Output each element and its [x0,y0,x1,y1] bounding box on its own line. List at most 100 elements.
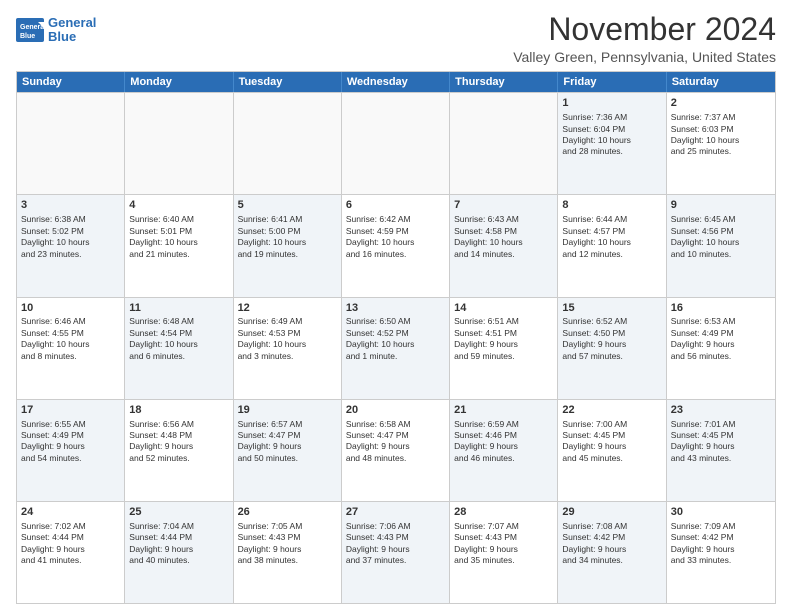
day-number: 16 [671,301,771,316]
day-number: 12 [238,301,337,316]
day-cell-29: 29Sunrise: 7:08 AM Sunset: 4:42 PM Dayli… [558,502,666,603]
cell-info: Sunrise: 7:04 AM Sunset: 4:44 PM Dayligh… [129,521,228,567]
cell-info: Sunrise: 6:41 AM Sunset: 5:00 PM Dayligh… [238,214,337,260]
header-cell-saturday: Saturday [667,72,775,92]
cell-info: Sunrise: 6:53 AM Sunset: 4:49 PM Dayligh… [671,316,771,362]
day-number: 4 [129,198,228,213]
day-cell-18: 18Sunrise: 6:56 AM Sunset: 4:48 PM Dayli… [125,400,233,501]
day-number: 13 [346,301,445,316]
logo-line1: General [48,15,96,30]
cell-info: Sunrise: 6:45 AM Sunset: 4:56 PM Dayligh… [671,214,771,260]
cell-info: Sunrise: 6:38 AM Sunset: 5:02 PM Dayligh… [21,214,120,260]
cell-info: Sunrise: 6:51 AM Sunset: 4:51 PM Dayligh… [454,316,553,362]
day-cell-17: 17Sunrise: 6:55 AM Sunset: 4:49 PM Dayli… [17,400,125,501]
logo: General Blue General Blue [16,16,96,45]
cell-info: Sunrise: 6:43 AM Sunset: 4:58 PM Dayligh… [454,214,553,260]
subtitle: Valley Green, Pennsylvania, United State… [513,49,776,65]
header-cell-wednesday: Wednesday [342,72,450,92]
header-cell-thursday: Thursday [450,72,558,92]
empty-cell-0-1 [125,93,233,194]
day-number: 18 [129,403,228,418]
logo-line2: Blue [48,29,76,44]
day-number: 7 [454,198,553,213]
cell-info: Sunrise: 6:50 AM Sunset: 4:52 PM Dayligh… [346,316,445,362]
calendar-row-2: 3Sunrise: 6:38 AM Sunset: 5:02 PM Daylig… [17,194,775,296]
calendar-row-3: 10Sunrise: 6:46 AM Sunset: 4:55 PM Dayli… [17,297,775,399]
calendar-row-4: 17Sunrise: 6:55 AM Sunset: 4:49 PM Dayli… [17,399,775,501]
day-cell-16: 16Sunrise: 6:53 AM Sunset: 4:49 PM Dayli… [667,298,775,399]
logo-icon: General Blue [16,18,44,42]
calendar-row-5: 24Sunrise: 7:02 AM Sunset: 4:44 PM Dayli… [17,501,775,603]
day-cell-10: 10Sunrise: 6:46 AM Sunset: 4:55 PM Dayli… [17,298,125,399]
day-number: 27 [346,505,445,520]
day-number: 1 [562,96,661,111]
day-number: 22 [562,403,661,418]
day-cell-8: 8Sunrise: 6:44 AM Sunset: 4:57 PM Daylig… [558,195,666,296]
day-number: 11 [129,301,228,316]
day-cell-27: 27Sunrise: 7:06 AM Sunset: 4:43 PM Dayli… [342,502,450,603]
day-cell-5: 5Sunrise: 6:41 AM Sunset: 5:00 PM Daylig… [234,195,342,296]
day-number: 24 [21,505,120,520]
header-cell-friday: Friday [558,72,666,92]
day-cell-15: 15Sunrise: 6:52 AM Sunset: 4:50 PM Dayli… [558,298,666,399]
day-number: 10 [21,301,120,316]
calendar: SundayMondayTuesdayWednesdayThursdayFrid… [16,71,776,604]
day-number: 5 [238,198,337,213]
day-cell-30: 30Sunrise: 7:09 AM Sunset: 4:42 PM Dayli… [667,502,775,603]
empty-cell-0-4 [450,93,558,194]
cell-info: Sunrise: 7:36 AM Sunset: 6:04 PM Dayligh… [562,112,661,158]
day-cell-23: 23Sunrise: 7:01 AM Sunset: 4:45 PM Dayli… [667,400,775,501]
header-cell-sunday: Sunday [17,72,125,92]
day-number: 3 [21,198,120,213]
day-cell-7: 7Sunrise: 6:43 AM Sunset: 4:58 PM Daylig… [450,195,558,296]
cell-info: Sunrise: 6:48 AM Sunset: 4:54 PM Dayligh… [129,316,228,362]
day-number: 28 [454,505,553,520]
cell-info: Sunrise: 7:37 AM Sunset: 6:03 PM Dayligh… [671,112,771,158]
day-cell-9: 9Sunrise: 6:45 AM Sunset: 4:56 PM Daylig… [667,195,775,296]
day-cell-21: 21Sunrise: 6:59 AM Sunset: 4:46 PM Dayli… [450,400,558,501]
header: General Blue General Blue November 2024 … [16,12,776,65]
day-number: 19 [238,403,337,418]
month-title: November 2024 [513,12,776,47]
day-cell-19: 19Sunrise: 6:57 AM Sunset: 4:47 PM Dayli… [234,400,342,501]
cell-info: Sunrise: 6:42 AM Sunset: 4:59 PM Dayligh… [346,214,445,260]
cell-info: Sunrise: 7:01 AM Sunset: 4:45 PM Dayligh… [671,419,771,465]
cell-info: Sunrise: 6:40 AM Sunset: 5:01 PM Dayligh… [129,214,228,260]
day-cell-13: 13Sunrise: 6:50 AM Sunset: 4:52 PM Dayli… [342,298,450,399]
day-number: 21 [454,403,553,418]
day-cell-2: 2Sunrise: 7:37 AM Sunset: 6:03 PM Daylig… [667,93,775,194]
cell-info: Sunrise: 6:58 AM Sunset: 4:47 PM Dayligh… [346,419,445,465]
day-number: 8 [562,198,661,213]
cell-info: Sunrise: 7:06 AM Sunset: 4:43 PM Dayligh… [346,521,445,567]
day-cell-11: 11Sunrise: 6:48 AM Sunset: 4:54 PM Dayli… [125,298,233,399]
day-cell-26: 26Sunrise: 7:05 AM Sunset: 4:43 PM Dayli… [234,502,342,603]
cell-info: Sunrise: 6:55 AM Sunset: 4:49 PM Dayligh… [21,419,120,465]
day-cell-22: 22Sunrise: 7:00 AM Sunset: 4:45 PM Dayli… [558,400,666,501]
day-number: 29 [562,505,661,520]
page: General Blue General Blue November 2024 … [0,0,792,612]
day-number: 15 [562,301,661,316]
cell-info: Sunrise: 7:05 AM Sunset: 4:43 PM Dayligh… [238,521,337,567]
cell-info: Sunrise: 6:46 AM Sunset: 4:55 PM Dayligh… [21,316,120,362]
day-number: 14 [454,301,553,316]
cell-info: Sunrise: 6:49 AM Sunset: 4:53 PM Dayligh… [238,316,337,362]
day-number: 20 [346,403,445,418]
cell-info: Sunrise: 6:52 AM Sunset: 4:50 PM Dayligh… [562,316,661,362]
day-cell-4: 4Sunrise: 6:40 AM Sunset: 5:01 PM Daylig… [125,195,233,296]
title-block: November 2024 Valley Green, Pennsylvania… [513,12,776,65]
day-cell-28: 28Sunrise: 7:07 AM Sunset: 4:43 PM Dayli… [450,502,558,603]
day-cell-24: 24Sunrise: 7:02 AM Sunset: 4:44 PM Dayli… [17,502,125,603]
day-cell-12: 12Sunrise: 6:49 AM Sunset: 4:53 PM Dayli… [234,298,342,399]
calendar-row-1: 1Sunrise: 7:36 AM Sunset: 6:04 PM Daylig… [17,92,775,194]
empty-cell-0-3 [342,93,450,194]
day-cell-14: 14Sunrise: 6:51 AM Sunset: 4:51 PM Dayli… [450,298,558,399]
day-number: 2 [671,96,771,111]
logo-text: General Blue [48,16,96,45]
day-number: 23 [671,403,771,418]
day-number: 17 [21,403,120,418]
cell-info: Sunrise: 6:44 AM Sunset: 4:57 PM Dayligh… [562,214,661,260]
day-cell-6: 6Sunrise: 6:42 AM Sunset: 4:59 PM Daylig… [342,195,450,296]
day-number: 30 [671,505,771,520]
svg-text:Blue: Blue [20,33,35,40]
day-number: 6 [346,198,445,213]
